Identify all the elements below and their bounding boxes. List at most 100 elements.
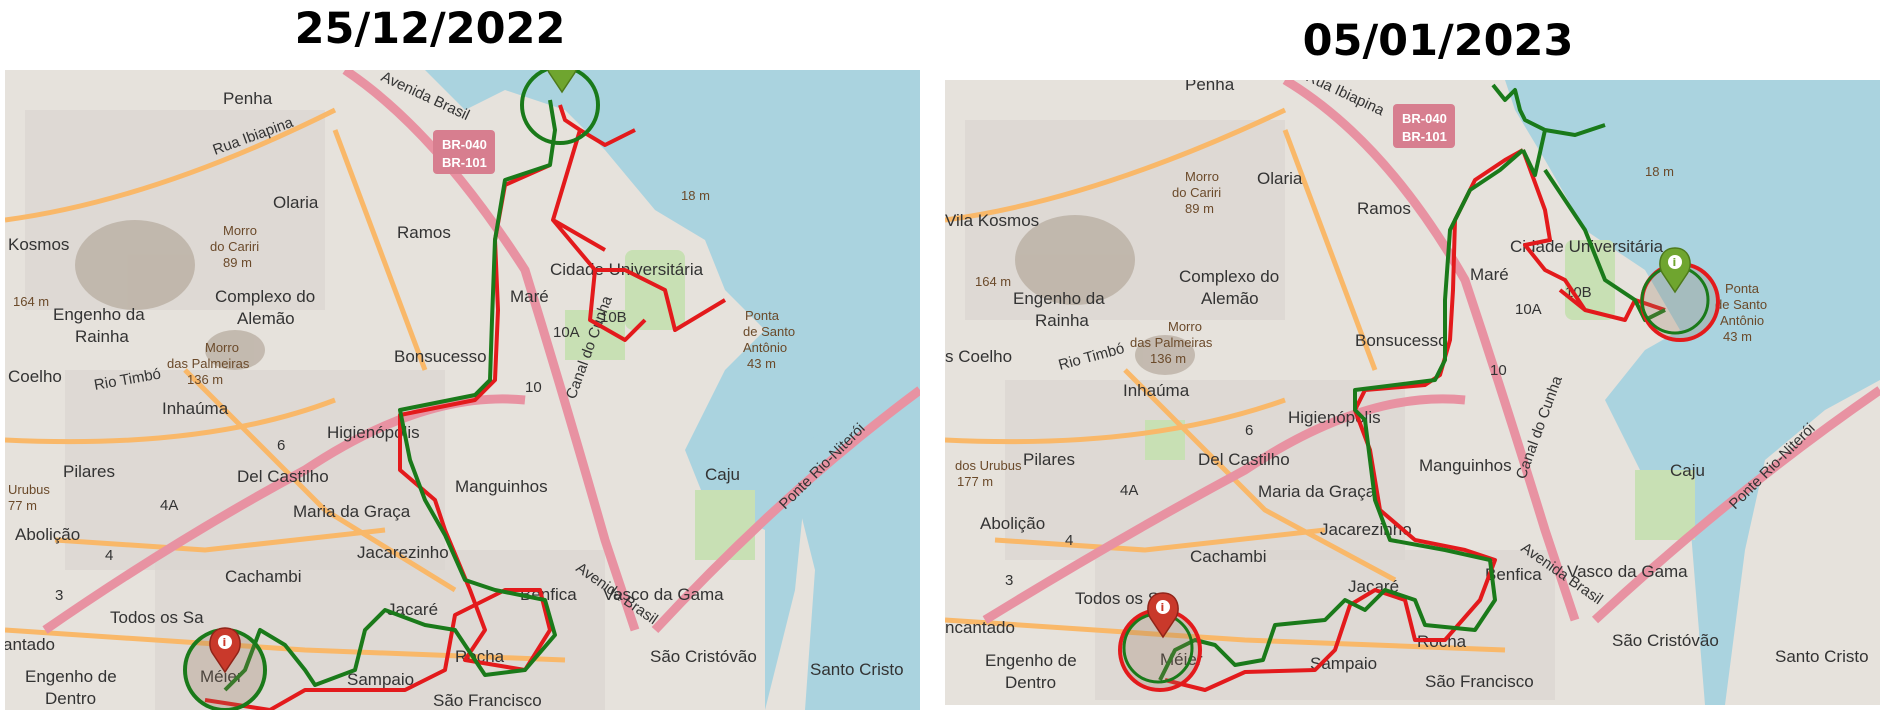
svg-text:Benfica: Benfica bbox=[520, 585, 577, 604]
svg-text:Del Castilho: Del Castilho bbox=[1198, 450, 1290, 469]
svg-text:Rainha: Rainha bbox=[75, 327, 129, 346]
svg-text:de Santo: de Santo bbox=[743, 324, 795, 339]
svg-text:Penha: Penha bbox=[1185, 80, 1235, 94]
svg-text:Olaria: Olaria bbox=[273, 193, 319, 212]
svg-text:Vasco da Gama: Vasco da Gama bbox=[1567, 562, 1688, 581]
svg-text:do Cariri: do Cariri bbox=[1172, 185, 1221, 200]
svg-text:Antônio: Antônio bbox=[1720, 313, 1764, 328]
svg-text:43 m: 43 m bbox=[1723, 329, 1752, 344]
svg-text:89 m: 89 m bbox=[223, 255, 252, 270]
svg-text:Vila Kosmos: Vila Kosmos bbox=[945, 211, 1039, 230]
route-number-4a: 4A bbox=[160, 497, 178, 514]
route-number-6: 6 bbox=[1245, 422, 1253, 439]
svg-text:Maré: Maré bbox=[510, 287, 549, 306]
svg-text:Dentro: Dentro bbox=[45, 689, 96, 708]
svg-text:São Cristóvão: São Cristóvão bbox=[1612, 631, 1719, 650]
svg-text:Coelho: Coelho bbox=[8, 367, 62, 386]
svg-text:Maria da Graça: Maria da Graça bbox=[293, 502, 411, 521]
svg-text:77 m: 77 m bbox=[8, 498, 37, 513]
svg-text:Jacaré: Jacaré bbox=[387, 600, 438, 619]
svg-text:18 m: 18 m bbox=[681, 188, 710, 203]
svg-text:Jacarezinho: Jacarezinho bbox=[357, 543, 449, 562]
svg-text:do Cariri: do Cariri bbox=[210, 239, 259, 254]
svg-text:Maré: Maré bbox=[1470, 265, 1509, 284]
svg-text:Ponta: Ponta bbox=[745, 308, 780, 323]
route-number-10a: 10A bbox=[553, 324, 580, 341]
route-number-10: 10 bbox=[1490, 362, 1507, 379]
svg-text:Morro: Morro bbox=[1185, 169, 1219, 184]
svg-text:BR-040: BR-040 bbox=[442, 137, 487, 152]
route-number-3: 3 bbox=[55, 587, 63, 604]
svg-text:Alemão: Alemão bbox=[1201, 289, 1259, 308]
route-number-4a: 4A bbox=[1120, 482, 1138, 499]
svg-text:Engenho de: Engenho de bbox=[985, 651, 1077, 670]
svg-text:das Palmeiras: das Palmeiras bbox=[1130, 335, 1213, 350]
svg-text:i: i bbox=[223, 636, 227, 649]
date-title-right: 05/01/2023 bbox=[1302, 16, 1574, 66]
svg-text:Bonsucesso: Bonsucesso bbox=[1355, 331, 1448, 350]
route-number-10a: 10A bbox=[1515, 301, 1542, 318]
svg-text:43 m: 43 m bbox=[747, 356, 776, 371]
svg-text:Engenho da: Engenho da bbox=[53, 305, 145, 324]
svg-text:Complexo do: Complexo do bbox=[1179, 267, 1279, 286]
svg-text:Maria da Graça: Maria da Graça bbox=[1258, 482, 1376, 501]
svg-text:Ponta: Ponta bbox=[1725, 281, 1760, 296]
route-number-10: 10 bbox=[525, 379, 542, 396]
svg-text:Caju: Caju bbox=[1670, 461, 1705, 480]
highway-shield: BR-040 BR-101 bbox=[433, 130, 495, 174]
route-number-6: 6 bbox=[277, 437, 285, 454]
svg-text:136 m: 136 m bbox=[1150, 351, 1186, 366]
svg-text:Kosmos: Kosmos bbox=[8, 235, 69, 254]
route-number-4: 4 bbox=[1065, 532, 1073, 549]
svg-text:Santo Cristo: Santo Cristo bbox=[810, 660, 904, 679]
svg-text:Penha: Penha bbox=[223, 89, 273, 108]
svg-text:164 m: 164 m bbox=[975, 274, 1011, 289]
svg-text:BR-101: BR-101 bbox=[1402, 129, 1447, 144]
map-panel-left[interactable]: Avenida Brasil Avenida Brasil Rua Ibiapi… bbox=[5, 70, 920, 710]
map-panel-right[interactable]: Rua Ibiapina Avenida Brasil Canal do Cun… bbox=[945, 80, 1880, 705]
svg-text:s Coelho: s Coelho bbox=[945, 347, 1012, 366]
svg-text:BR-040: BR-040 bbox=[1402, 111, 1447, 126]
map-canvas-left[interactable]: Avenida Brasil Avenida Brasil Rua Ibiapi… bbox=[5, 70, 920, 710]
svg-text:Inhaúma: Inhaúma bbox=[1123, 381, 1190, 400]
svg-text:i: i bbox=[1673, 256, 1677, 269]
svg-text:Caju: Caju bbox=[705, 465, 740, 484]
svg-text:dos Urubus: dos Urubus bbox=[955, 458, 1022, 473]
svg-text:Inhaúma: Inhaúma bbox=[162, 399, 229, 418]
svg-text:89 m: 89 m bbox=[1185, 201, 1214, 216]
route-number-10b: 10B bbox=[600, 309, 627, 326]
svg-text:Bonsucesso: Bonsucesso bbox=[394, 347, 487, 366]
svg-text:Urubus: Urubus bbox=[8, 482, 50, 497]
svg-text:Manguinhos: Manguinhos bbox=[455, 477, 548, 496]
route-number-3: 3 bbox=[1005, 572, 1013, 589]
svg-text:de Santo: de Santo bbox=[1715, 297, 1767, 312]
svg-text:Dentro: Dentro bbox=[1005, 673, 1056, 692]
svg-text:Cachambi: Cachambi bbox=[225, 567, 302, 586]
svg-text:Engenho da: Engenho da bbox=[1013, 289, 1105, 308]
svg-text:Ramos: Ramos bbox=[1357, 199, 1411, 218]
svg-text:antado: antado bbox=[5, 635, 55, 654]
svg-text:São Francisco: São Francisco bbox=[1425, 672, 1534, 691]
svg-text:164 m: 164 m bbox=[13, 294, 49, 309]
svg-text:Manguinhos: Manguinhos bbox=[1419, 456, 1512, 475]
svg-text:BR-101: BR-101 bbox=[442, 155, 487, 170]
svg-text:Morro: Morro bbox=[205, 340, 239, 355]
highway-shield: BR-040 BR-101 bbox=[1393, 104, 1455, 148]
svg-text:Abolição: Abolição bbox=[980, 514, 1045, 533]
svg-text:Vasco da Gama: Vasco da Gama bbox=[603, 585, 724, 604]
svg-text:Engenho de: Engenho de bbox=[25, 667, 117, 686]
svg-text:Pilares: Pilares bbox=[1023, 450, 1075, 469]
svg-text:ncantado: ncantado bbox=[945, 618, 1015, 637]
svg-text:Santo Cristo: Santo Cristo bbox=[1775, 647, 1869, 666]
date-title-left: 25/12/2022 bbox=[294, 4, 566, 54]
svg-text:18 m: 18 m bbox=[1645, 164, 1674, 179]
svg-text:136 m: 136 m bbox=[187, 372, 223, 387]
svg-text:São Francisco: São Francisco bbox=[433, 691, 542, 710]
map-canvas-right[interactable]: Rua Ibiapina Avenida Brasil Canal do Cun… bbox=[945, 80, 1880, 705]
svg-text:Pilares: Pilares bbox=[63, 462, 115, 481]
svg-text:das Palmeiras: das Palmeiras bbox=[167, 356, 250, 371]
svg-text:Antônio: Antônio bbox=[743, 340, 787, 355]
route-number-4: 4 bbox=[105, 547, 113, 564]
svg-text:Morro: Morro bbox=[1168, 319, 1202, 334]
svg-text:Alemão: Alemão bbox=[237, 309, 295, 328]
